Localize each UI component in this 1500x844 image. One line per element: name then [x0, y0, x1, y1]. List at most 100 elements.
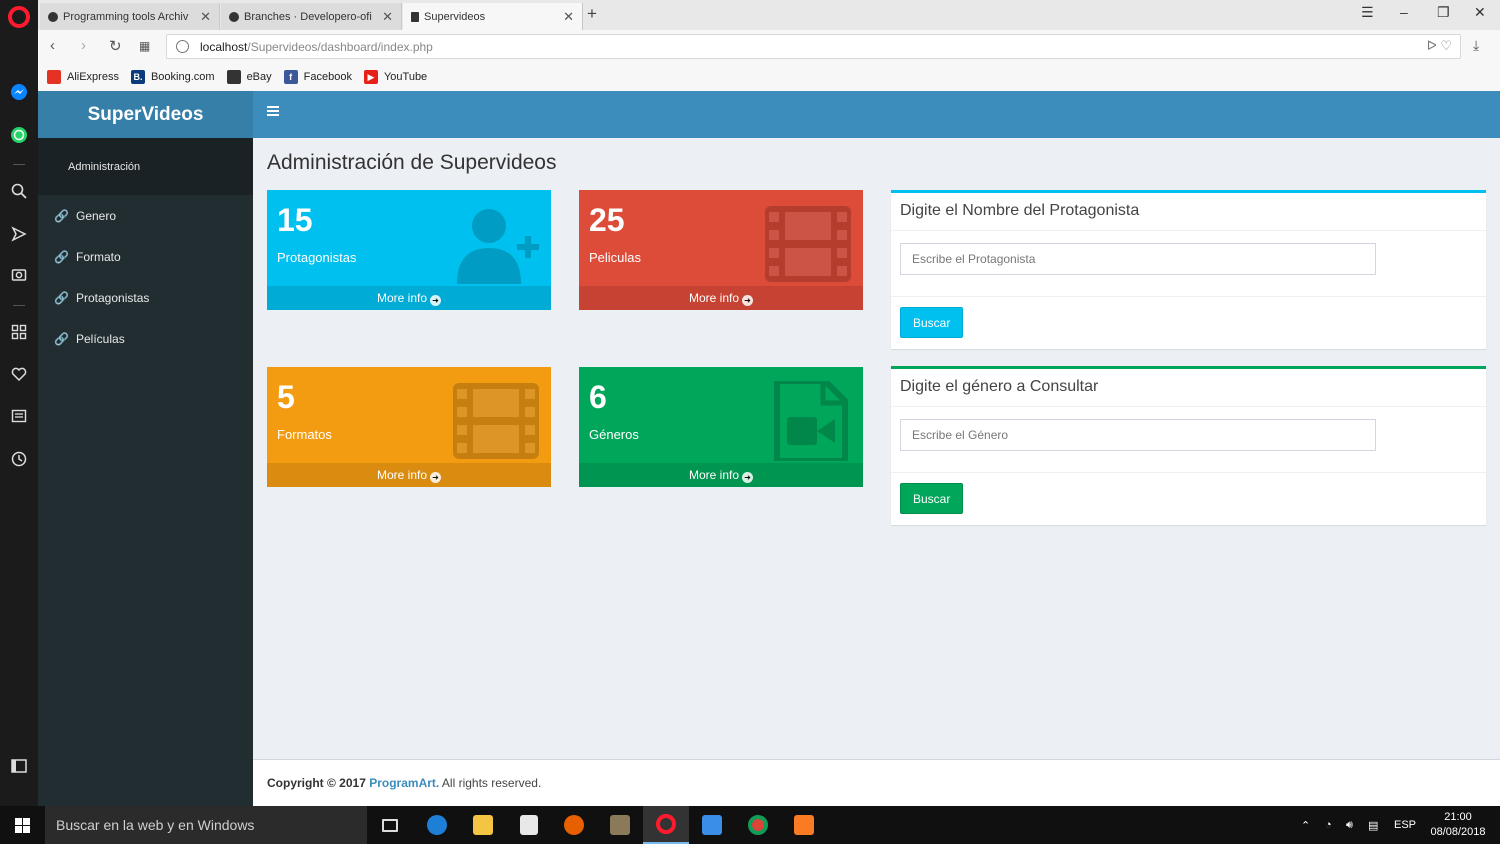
more-info-link[interactable]: More info ➜: [267, 463, 551, 487]
camera-icon[interactable]: [9, 266, 29, 286]
wifi-icon[interactable]: ◔: [1325, 806, 1332, 844]
sidebar-item-protagonistas[interactable]: 🔗 Protagonistas: [38, 277, 253, 318]
task-view-icon[interactable]: [367, 806, 413, 844]
news-icon[interactable]: [9, 408, 29, 428]
stat-box-peliculas: 25 Peliculas More info ➜: [579, 190, 863, 310]
stat-count: 25: [589, 202, 625, 238]
taskbar-clock[interactable]: 21:00 08/08/2018: [1425, 810, 1491, 840]
opera-logo-icon[interactable]: [8, 6, 30, 28]
bookmark-ebay[interactable]: eBay: [226, 70, 272, 84]
bookmark-aliexpress[interactable]: AliExpress: [47, 70, 119, 84]
sidebar-menu: 🔗 Genero 🔗 Formato 🔗 Protagonistas 🔗 Películ…: [38, 195, 253, 359]
rail-separator: [13, 164, 25, 165]
notifications-icon[interactable]: ▤: [1368, 806, 1378, 844]
history-icon[interactable]: [9, 451, 29, 471]
app-footer: Copyright © 2017 ProgramArt. All rights …: [253, 759, 1500, 806]
speed-dial-icon[interactable]: ▦: [139, 39, 150, 53]
edge-icon[interactable]: [414, 806, 460, 844]
programart-link[interactable]: ProgramArt.: [369, 776, 439, 790]
forward-icon[interactable]: ›: [81, 37, 86, 54]
file-explorer-icon[interactable]: [460, 806, 506, 844]
address-bar: ‹ › ↻ ▦ localhost/Supervideos/dashboard/…: [38, 30, 1500, 63]
app-sidebar: Administración 🔗 Genero 🔗 Formato 🔗 Protago…: [38, 138, 253, 806]
stat-label: Géneros: [589, 427, 639, 442]
minimize-icon[interactable]: –: [1400, 4, 1408, 20]
speed-dial-icon[interactable]: [9, 324, 29, 344]
back-icon[interactable]: ‹: [50, 37, 55, 54]
restore-icon[interactable]: ❐: [1437, 4, 1450, 21]
send-icon[interactable]: [9, 226, 29, 246]
heart-icon[interactable]: [9, 366, 29, 386]
media-player-icon[interactable]: [597, 806, 643, 844]
arrow-circle-right-icon: ➜: [742, 295, 754, 306]
tab-programming-tools[interactable]: Programming tools Archiv ✕: [40, 3, 220, 30]
bookmark-booking[interactable]: B. Booking.com: [130, 70, 215, 84]
tab-menu-icon[interactable]: ☰: [1361, 4, 1374, 21]
sidebar-item-formato[interactable]: 🔗 Formato: [38, 236, 253, 277]
link-icon: 🔗: [54, 249, 69, 264]
whatsapp-icon[interactable]: [9, 126, 29, 146]
bookmark-facebook[interactable]: f Facebook: [283, 70, 352, 84]
window-close-icon[interactable]: ✕: [1474, 4, 1486, 21]
snap-icon[interactable]: ᐅ: [1427, 38, 1437, 53]
buscar-genero-button[interactable]: Buscar: [900, 483, 964, 514]
bookmark-youtube[interactable]: ▶ YouTube: [363, 70, 427, 84]
rights-text: All rights reserved.: [441, 776, 542, 790]
sidebar-item-peliculas[interactable]: 🔗 Películas: [38, 318, 253, 359]
show-hidden-icons-icon[interactable]: ⌃: [1301, 806, 1310, 844]
close-icon[interactable]: ✕: [200, 9, 211, 25]
film-icon: [453, 383, 539, 459]
window-app-icon[interactable]: [689, 806, 735, 844]
protagonista-search-input[interactable]: [900, 243, 1376, 275]
search-genero-panel: Digite el género a Consultar Buscar: [891, 366, 1486, 525]
app-logo[interactable]: SuperVideos: [38, 91, 253, 138]
stat-count: 6: [589, 379, 607, 415]
more-info-link[interactable]: More info ➜: [579, 286, 863, 310]
url-text[interactable]: localhost/Supervideos/dashboard/index.ph…: [200, 40, 433, 54]
tab-bar: Programming tools Archiv ✕ Branches · De…: [38, 0, 1500, 30]
download-icon[interactable]: ⤓: [1473, 37, 1479, 54]
store-icon[interactable]: [506, 806, 552, 844]
panel-body: [891, 231, 1486, 297]
genero-search-input[interactable]: [900, 419, 1376, 451]
sidebar-toggle-hamburger-icon[interactable]: [267, 106, 279, 116]
chrome-icon[interactable]: [735, 806, 781, 844]
xampp-icon[interactable]: [781, 806, 827, 844]
ebay-icon: [226, 70, 241, 84]
tab-supervideos[interactable]: Supervideos ✕: [403, 3, 583, 30]
more-info-link[interactable]: More info ➜: [267, 286, 551, 310]
opera-taskbar-icon[interactable]: [643, 806, 689, 844]
stat-count: 15: [277, 202, 313, 238]
firefox-icon[interactable]: [551, 806, 597, 844]
sidebar-item-genero[interactable]: 🔗 Genero: [38, 195, 253, 236]
search-icon[interactable]: [9, 183, 29, 203]
volume-icon[interactable]: 🔊︎: [1346, 806, 1353, 844]
language-indicator[interactable]: ESP: [1394, 806, 1416, 844]
buscar-protagonista-button[interactable]: Buscar: [900, 307, 964, 338]
stat-label: Protagonistas: [277, 250, 357, 265]
url-actions: ᐅ ♡: [1427, 38, 1452, 54]
globe-icon: [176, 40, 189, 53]
tab-branches[interactable]: Branches · Developero-ofi ✕: [221, 3, 402, 30]
rail-separator: [13, 305, 25, 306]
stat-box-protagonistas: 15 Protagonistas More info ➜: [267, 190, 551, 310]
facebook-icon: f: [283, 70, 298, 84]
windows-start-icon[interactable]: [15, 818, 30, 833]
url-input[interactable]: localhost/Supervideos/dashboard/index.ph…: [166, 34, 1461, 59]
sidebar-toggle-icon[interactable]: [9, 758, 29, 778]
more-info-link[interactable]: More info ➜: [579, 463, 863, 487]
stat-box-generos: 6 Géneros More info ➜: [579, 367, 863, 487]
new-tab-plus-icon[interactable]: +: [587, 4, 597, 24]
bookmark-heart-icon[interactable]: ♡: [1440, 38, 1452, 53]
film-icon: [765, 206, 851, 282]
document-icon: [411, 11, 419, 22]
bookmarks-bar: AliExpress B. Booking.com eBay f Facebook …: [38, 63, 1500, 91]
taskbar-search-input[interactable]: Buscar en la web y en Windows: [45, 806, 367, 844]
sidebar-header: Administración: [38, 138, 253, 195]
youtube-icon: ▶: [363, 70, 378, 84]
close-icon[interactable]: ✕: [563, 9, 574, 25]
close-icon[interactable]: ✕: [382, 9, 393, 25]
reload-icon[interactable]: ↻: [109, 37, 122, 55]
messenger-icon[interactable]: [9, 83, 29, 103]
panel-title: Digite el Nombre del Protagonista: [891, 193, 1486, 231]
